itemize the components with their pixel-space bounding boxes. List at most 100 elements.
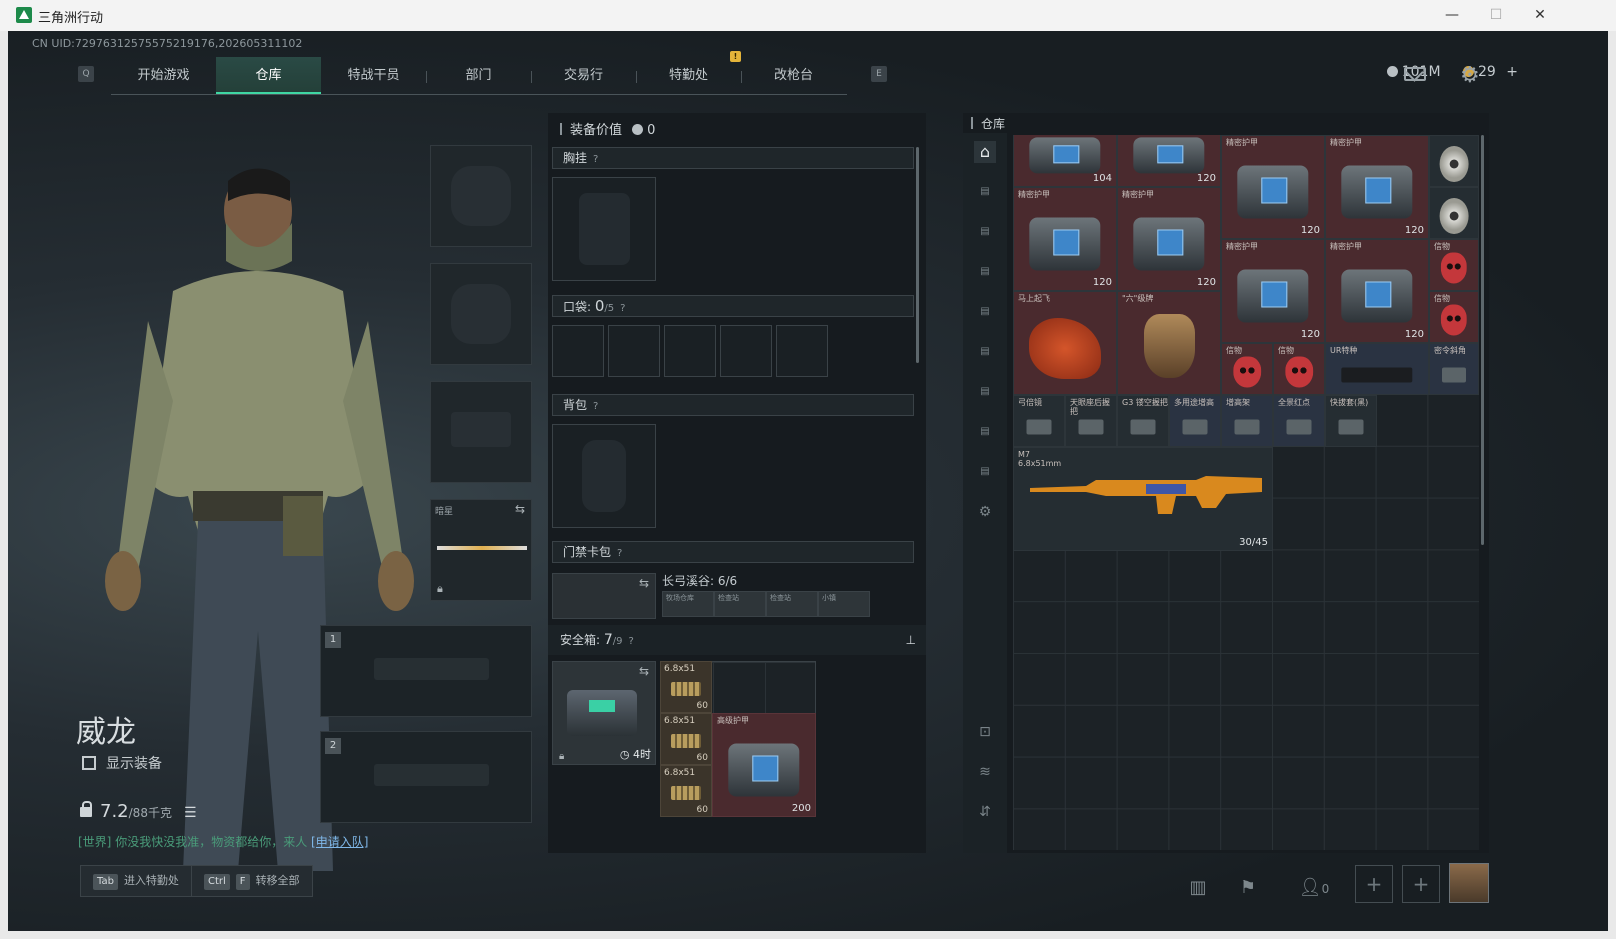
mask-item[interactable]: 信物 <box>1273 343 1325 395</box>
backpack-slot[interactable] <box>552 424 656 528</box>
tab-start-game[interactable]: 开始游戏 <box>111 57 216 95</box>
show-equipment-toggle[interactable]: 显示装备 <box>82 753 162 773</box>
flag-icon[interactable]: ⚑ <box>1234 877 1262 905</box>
pocket-slot[interactable] <box>664 325 716 377</box>
armor-item[interactable]: 104 <box>1013 135 1117 187</box>
add-teammate-button[interactable]: + <box>1355 865 1393 903</box>
helmet-slot[interactable] <box>430 145 532 247</box>
help-icon[interactable]: ? <box>620 303 625 314</box>
minimize-button[interactable]: — <box>1432 4 1472 26</box>
attachment-item[interactable]: 增高架 <box>1221 395 1273 447</box>
nav-left-key[interactable]: Q <box>78 66 94 82</box>
help-icon[interactable]: ? <box>617 548 622 559</box>
tab-operators[interactable]: 特战干员 <box>321 57 426 95</box>
attachment-item[interactable]: 弓倍镜 <box>1013 395 1065 447</box>
precise-armor-item[interactable]: 精密护甲 120 <box>1221 135 1325 239</box>
mask-item[interactable]: 信物 <box>1429 239 1479 291</box>
advanced-armor-item[interactable]: 高级护甲 200 <box>712 713 816 817</box>
attachment-item[interactable]: 天眼座后握把 <box>1065 395 1117 447</box>
hand-item[interactable]: "六"级牌 <box>1117 291 1221 395</box>
precise-armor-item[interactable]: 精密护甲 120 <box>1013 187 1117 291</box>
keycard-item[interactable]: 小镇 <box>818 591 870 617</box>
list-icon[interactable]: ☰ <box>184 805 197 821</box>
ammo-item[interactable]: 6.8x51 60 <box>660 661 712 713</box>
precise-armor-item[interactable]: 精密护甲 120 <box>1325 239 1429 343</box>
tab-trade[interactable]: 交易行 <box>531 57 636 95</box>
storage-tab-icon[interactable]: ▤ <box>974 421 996 443</box>
tab-special-ops[interactable]: 特勤处 <box>636 57 741 95</box>
attachment-item[interactable]: G3 镂空握把 <box>1117 395 1169 447</box>
swap-icon[interactable]: ⇆ <box>639 576 649 590</box>
attachment-item[interactable]: 多用途增高 <box>1169 395 1221 447</box>
tab-warehouse[interactable]: 仓库 <box>216 57 321 95</box>
all-items-icon[interactable]: ⌂ <box>974 141 996 163</box>
transfer-all-button[interactable]: Ctrl F 转移全部 <box>191 865 313 897</box>
orb-item[interactable] <box>1429 187 1479 239</box>
orb-item[interactable] <box>1429 135 1479 187</box>
stats-icon[interactable]: ▥ <box>1184 877 1212 905</box>
storage-tab-icon[interactable]: ▤ <box>974 301 996 323</box>
mail-icon[interactable] <box>1404 67 1426 81</box>
loadout-scrollbar[interactable] <box>916 147 919 363</box>
warehouse-settings-icon[interactable]: ⚙ <box>974 501 996 523</box>
warehouse-scrollbar[interactable] <box>1481 135 1484 545</box>
add-currency-button[interactable]: + <box>1506 64 1518 80</box>
storage-tab-icon[interactable]: ▤ <box>974 221 996 243</box>
primary-weapon-slot-2[interactable]: 2 <box>320 731 532 823</box>
apply-team-link[interactable]: [申请入队] <box>311 835 368 849</box>
pocket-slot[interactable] <box>608 325 660 377</box>
attachment-item[interactable]: 快拔套(黑) <box>1325 395 1377 447</box>
mask-item[interactable]: 信物 <box>1221 343 1273 395</box>
friends-button[interactable]: 👤︎0 <box>1292 877 1336 905</box>
storage-tab-icon[interactable]: ▤ <box>974 261 996 283</box>
notice-icon[interactable]: ! <box>730 51 741 62</box>
safe-box-slot[interactable]: ⇆ 🔒︎ ◷ 4时 <box>552 661 656 765</box>
armor-slot[interactable] <box>430 263 532 365</box>
nav-right-key[interactable]: E <box>871 66 887 82</box>
primary-weapon-slot-1[interactable]: 1 <box>320 625 532 717</box>
chest-rig-slot[interactable] <box>552 177 656 281</box>
avatar[interactable] <box>1449 863 1489 903</box>
precise-armor-item[interactable]: 精密护甲 120 <box>1221 239 1325 343</box>
keycard-item[interactable]: 检查站 <box>714 591 766 617</box>
layers-icon[interactable]: ≋ <box>974 761 996 783</box>
expand-icon[interactable]: ⊡ <box>974 721 996 743</box>
attachment-item[interactable]: 密令斜角 <box>1429 343 1479 395</box>
ammo-item[interactable]: 6.8x51 60 <box>660 765 712 817</box>
storage-tab-icon[interactable]: ▤ <box>974 461 996 483</box>
keycard-case-slot[interactable]: ⇆ <box>552 573 656 619</box>
attachment-item[interactable]: 全景红点 <box>1273 395 1325 447</box>
swap-icon[interactable]: ⇆ <box>515 502 525 516</box>
close-button[interactable]: ✕ <box>1520 4 1560 26</box>
pistol-slot[interactable] <box>430 381 532 483</box>
sort-icon[interactable]: ⇵ <box>974 801 996 823</box>
keycard-item[interactable]: 牧场仓库 <box>662 591 714 617</box>
pin-icon[interactable]: ⊥ <box>906 625 916 655</box>
pocket-slot[interactable] <box>552 325 604 377</box>
storage-tab-icon[interactable]: ▤ <box>974 341 996 363</box>
storage-tab-icon[interactable]: ▤ <box>974 381 996 403</box>
help-icon[interactable]: ? <box>593 401 598 412</box>
storage-tab-icon[interactable]: ▤ <box>974 181 996 203</box>
maximize-button[interactable]: ☐ <box>1476 4 1516 26</box>
armor-item[interactable]: 120 <box>1117 135 1221 187</box>
help-icon[interactable]: ? <box>629 636 634 647</box>
pocket-slot[interactable] <box>776 325 828 377</box>
ur-grip-item[interactable]: UR特种 <box>1325 343 1429 395</box>
melee-slot[interactable]: 暗星 ⇆ 🔒︎ <box>430 499 532 601</box>
m7-rifle-item[interactable]: M7 6.8x51mm 30/45 <box>1013 447 1273 551</box>
tab-department[interactable]: 部门 <box>426 57 531 95</box>
tab-gunsmith[interactable]: 改枪台 <box>741 57 846 95</box>
ammo-item[interactable]: 6.8x51 60 <box>660 713 712 765</box>
settings-icon[interactable]: ⚙ <box>1460 63 1480 88</box>
help-icon[interactable]: ? <box>593 154 598 165</box>
mask-item[interactable]: 信物 <box>1429 291 1479 343</box>
pocket-slot[interactable] <box>720 325 772 377</box>
precise-armor-item[interactable]: 精密护甲 120 <box>1117 187 1221 291</box>
swap-icon[interactable]: ⇆ <box>639 664 649 678</box>
add-teammate-button[interactable]: + <box>1402 865 1440 903</box>
keycard-item[interactable]: 检查站 <box>766 591 818 617</box>
precise-armor-item[interactable]: 精密护甲 120 <box>1325 135 1429 239</box>
enter-special-ops-button[interactable]: Tab 进入特勤处 <box>80 865 192 897</box>
horse-item[interactable]: 马上起飞 <box>1013 291 1117 395</box>
